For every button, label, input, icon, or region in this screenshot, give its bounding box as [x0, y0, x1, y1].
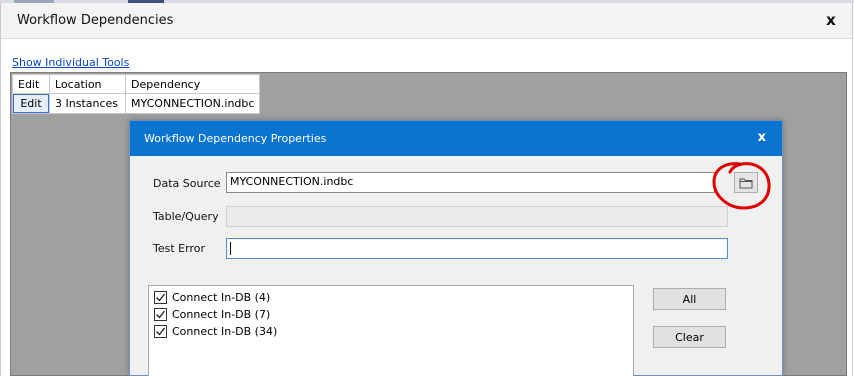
- column-header-location: Location: [49, 74, 126, 94]
- table-query-input: [226, 206, 728, 227]
- table-header-row: Edit Location Dependency: [12, 74, 261, 94]
- tool-label: Connect In-DB (34): [172, 324, 278, 338]
- test-error-input[interactable]: [226, 238, 728, 259]
- dialog-titlebar: Workflow Dependency Properties x: [130, 121, 782, 156]
- location-cell[interactable]: 3 Instances: [49, 93, 126, 114]
- window-titlebar: Workflow Dependencies x: [1, 3, 852, 39]
- checkmark-icon: [156, 293, 166, 302]
- checkmark-icon: [156, 327, 166, 336]
- table-row[interactable]: Edit 3 Instances MYCONNECTION.indbc: [12, 93, 261, 114]
- tool-label: Connect In-DB (4): [172, 290, 271, 304]
- dialog-close-button[interactable]: x: [758, 131, 766, 145]
- list-item[interactable]: Connect In-DB (7): [154, 306, 270, 322]
- dialog-title: Workflow Dependency Properties: [144, 132, 327, 145]
- column-header-edit: Edit: [12, 74, 50, 94]
- column-header-dependency: Dependency: [124, 74, 261, 94]
- clear-button[interactable]: Clear: [653, 326, 726, 348]
- show-individual-tools-link[interactable]: Show Individual Tools: [12, 56, 129, 69]
- list-item[interactable]: Connect In-DB (4): [154, 289, 270, 305]
- data-source-input[interactable]: MYCONNECTION.indbc: [226, 172, 715, 193]
- edit-cell: Edit: [12, 93, 50, 114]
- data-source-label: Data Source: [153, 177, 221, 190]
- checkbox[interactable]: [154, 307, 167, 321]
- checkmark-icon: [156, 310, 166, 319]
- table-query-label: Table/Query: [153, 210, 219, 223]
- select-all-button[interactable]: All: [653, 288, 726, 310]
- test-error-label: Test Error: [153, 242, 205, 255]
- browse-button[interactable]: [734, 172, 758, 193]
- checkbox[interactable]: [154, 290, 167, 304]
- text-caret: [230, 242, 231, 255]
- window-title: Workflow Dependencies: [17, 13, 174, 28]
- dependency-table: Edit Location Dependency Edit 3 Instance…: [12, 74, 261, 114]
- folder-icon: [739, 178, 753, 188]
- tool-label: Connect In-DB (7): [172, 307, 271, 321]
- workflow-dependency-properties-dialog: Workflow Dependency Properties x Data So…: [129, 120, 783, 376]
- checkbox[interactable]: [154, 324, 167, 338]
- list-item[interactable]: Connect In-DB (34): [154, 323, 277, 339]
- edit-button[interactable]: Edit: [13, 94, 49, 113]
- window-close-button[interactable]: x: [822, 11, 840, 29]
- tool-checklist: Connect In-DB (4) Connect In-DB (7) Conn…: [148, 285, 634, 376]
- dependency-cell[interactable]: MYCONNECTION.indbc: [124, 93, 261, 114]
